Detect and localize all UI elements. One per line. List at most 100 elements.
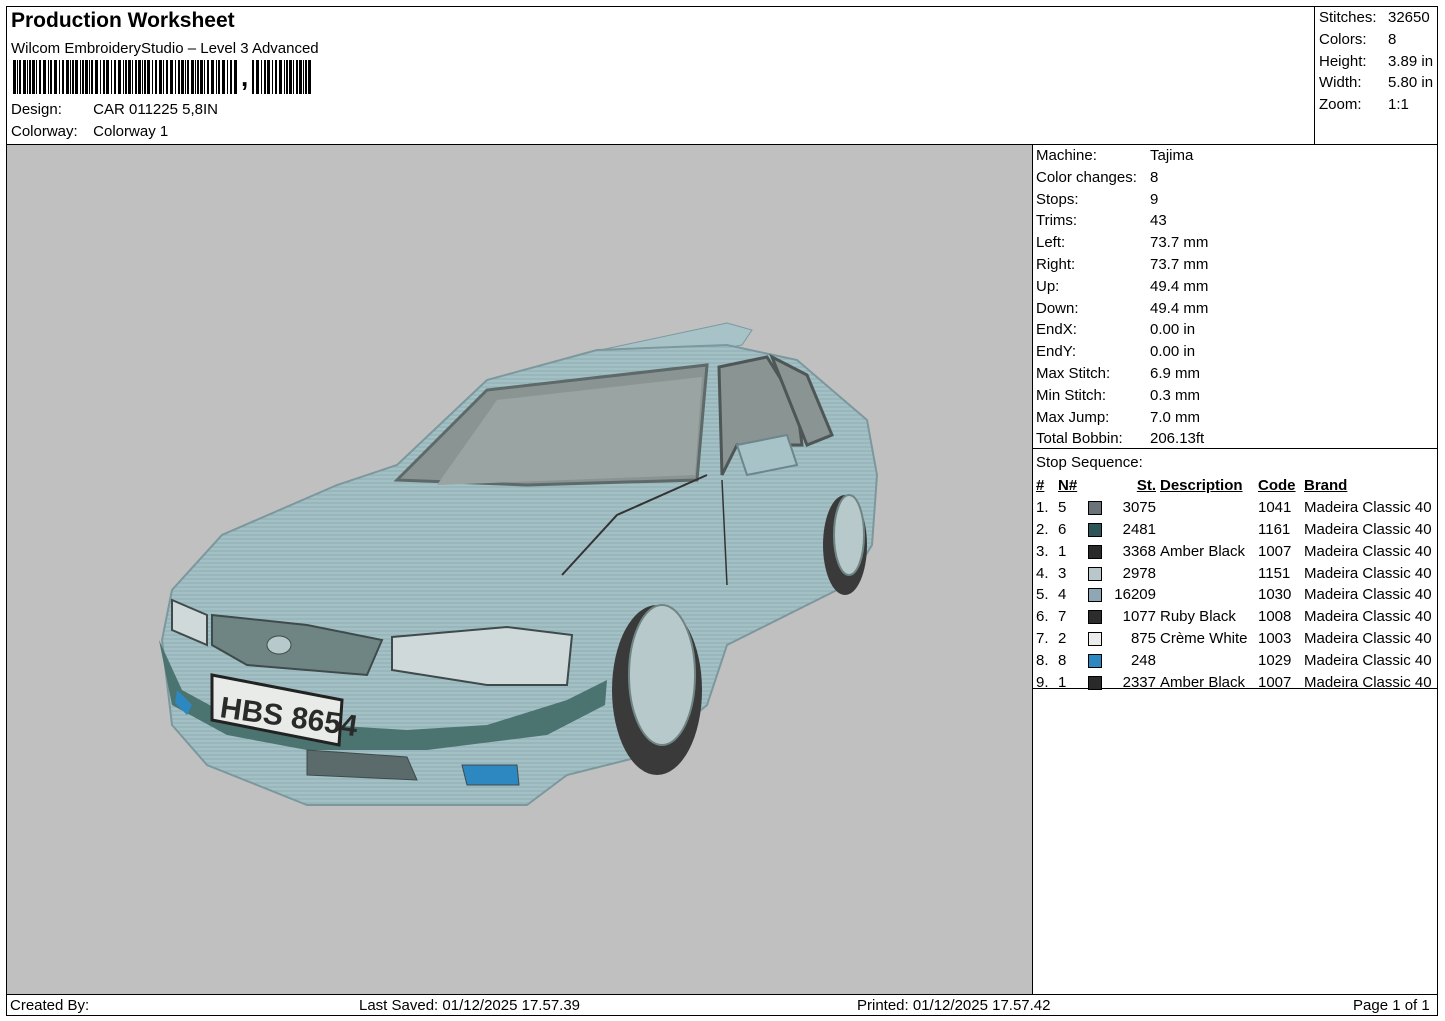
stop-description bbox=[1160, 562, 1258, 584]
barcode-bar bbox=[54, 60, 57, 94]
info-label: Total Bobbin: bbox=[1036, 430, 1123, 448]
barcode-bar bbox=[204, 60, 205, 94]
stop-code: 1030 bbox=[1258, 586, 1292, 604]
info-label: Color changes: bbox=[1036, 168, 1137, 186]
barcode-bar bbox=[211, 60, 214, 94]
stop-stitches: 248 bbox=[1130, 651, 1156, 669]
col-desc: Description bbox=[1160, 477, 1243, 495]
summary-label: Height: bbox=[1319, 53, 1367, 70]
info-value: 8 bbox=[1150, 168, 1159, 186]
stop-row: 9. 1 2337 Amber Black 1007 Madeira Classic 40 bbox=[1036, 671, 1432, 693]
barcode-bar bbox=[305, 60, 307, 94]
info-row-max-stitch: Max Stitch: 6.9 mm bbox=[1033, 363, 1437, 385]
stop-description bbox=[1160, 519, 1258, 541]
stop-brand: Madeira Classic 40 bbox=[1304, 499, 1432, 517]
info-value: 7.0 mm bbox=[1150, 408, 1201, 426]
info-row-color-changes: Color changes: 8 bbox=[1033, 167, 1437, 189]
barcode-graphic bbox=[13, 60, 311, 94]
color-swatch bbox=[1088, 519, 1106, 541]
barcode-bar bbox=[147, 60, 150, 94]
barcode-bar bbox=[261, 60, 262, 94]
col-n: N# bbox=[1058, 477, 1078, 495]
stop-description: Amber Black bbox=[1160, 673, 1246, 691]
barcode-bar bbox=[284, 60, 285, 94]
barcode-bar bbox=[123, 60, 124, 94]
design-summary: Stitches: 32650 Colors: 8 Height: 3.89 in W… bbox=[1314, 7, 1438, 144]
summary-row-colors: Colors: 8 bbox=[1319, 31, 1396, 48]
info-label: Max Stitch: bbox=[1036, 364, 1111, 382]
stop-row: 7. 2 875 Crème White 1003 Madeira Classic 40 bbox=[1036, 628, 1432, 650]
barcode-bar bbox=[29, 60, 31, 94]
stop-brand: Madeira Classic 40 bbox=[1304, 651, 1432, 669]
stop-code: 1029 bbox=[1258, 651, 1292, 669]
barcode-bar bbox=[135, 60, 137, 94]
design-row: Design: CAR 011225 5,8IN bbox=[11, 101, 218, 118]
stop-code: 1007 bbox=[1258, 673, 1292, 691]
color-swatch bbox=[1088, 562, 1106, 584]
col-st: St. bbox=[1136, 477, 1156, 495]
info-label: Machine: bbox=[1036, 147, 1097, 164]
stop-row: 1. 5 3075 1041 Madeira Classic 40 bbox=[1036, 497, 1432, 519]
stop-stitches: 3075 bbox=[1122, 499, 1156, 517]
barcode-bar bbox=[178, 60, 180, 94]
barcode-bar bbox=[275, 60, 277, 94]
barcode-bar bbox=[118, 60, 121, 94]
barcode-bar bbox=[82, 60, 84, 94]
stop-stitches: 3368 bbox=[1122, 542, 1156, 560]
stop-code: 1007 bbox=[1258, 542, 1292, 560]
info-value: 0.00 in bbox=[1150, 321, 1196, 339]
created-by: Created By: bbox=[10, 997, 90, 1014]
stop-idx: 3. bbox=[1036, 542, 1049, 560]
stop-idx: 1. bbox=[1036, 499, 1049, 517]
thread-color-swatch bbox=[1088, 610, 1102, 625]
stop-description bbox=[1160, 497, 1258, 519]
summary-row-width: Width: 5.80 in bbox=[1319, 74, 1433, 91]
stop-code: 1008 bbox=[1258, 608, 1292, 626]
stop-needle: 1 bbox=[1058, 542, 1067, 560]
stop-row: 4. 3 2978 1151 Madeira Classic 40 bbox=[1036, 562, 1432, 584]
stop-sequence-title: Stop Sequence: bbox=[1036, 454, 1143, 471]
barcode-bar bbox=[272, 60, 273, 94]
thread-color-swatch bbox=[1088, 566, 1102, 581]
barcode-bar bbox=[187, 60, 189, 94]
car-embroidery-image: HBS 8654 bbox=[159, 322, 879, 806]
color-swatch bbox=[1088, 628, 1106, 650]
barcode-bar bbox=[132, 60, 133, 94]
stop-sequence-table: # N# St. Description Code Brand 1. 5 3075 1… bbox=[1036, 475, 1432, 693]
barcode-bar bbox=[227, 60, 228, 94]
color-swatch bbox=[1088, 606, 1106, 628]
stop-idx: 5. bbox=[1036, 586, 1049, 604]
stop-idx: 8. bbox=[1036, 651, 1049, 669]
barcode-bar bbox=[80, 60, 81, 94]
barcode-bar bbox=[191, 60, 194, 94]
design-label: Design: bbox=[11, 101, 62, 118]
barcode-bar bbox=[43, 60, 46, 94]
color-swatch bbox=[1088, 584, 1106, 606]
barcode-bar bbox=[200, 60, 203, 94]
stop-stitches: 2978 bbox=[1122, 564, 1156, 582]
stop-code: 1003 bbox=[1258, 629, 1292, 647]
barcode-bar bbox=[163, 60, 164, 94]
stop-needle: 7 bbox=[1058, 608, 1067, 626]
barcode-bar bbox=[142, 60, 143, 94]
barcode-bar bbox=[95, 60, 98, 94]
stop-code: 1161 bbox=[1258, 520, 1291, 538]
stop-needle: 4 bbox=[1058, 586, 1067, 604]
barcode-bar bbox=[75, 60, 78, 94]
barcode-bar bbox=[296, 60, 298, 94]
barcode-bar bbox=[70, 60, 71, 94]
barcode-bar bbox=[17, 60, 18, 94]
thread-color-swatch bbox=[1088, 501, 1102, 516]
col-swatch bbox=[1088, 475, 1106, 497]
stop-description: Ruby Black bbox=[1160, 608, 1236, 626]
colorway-row: Colorway: Colorway 1 bbox=[11, 123, 168, 140]
info-label: EndX: bbox=[1036, 321, 1077, 339]
barcode-bar bbox=[155, 60, 157, 94]
info-label: Stops: bbox=[1036, 190, 1079, 208]
barcode-bar bbox=[138, 60, 141, 94]
summary-label: Stitches: bbox=[1319, 9, 1377, 26]
stop-sequence: Stop Sequence: # N# St. Description Code… bbox=[1033, 448, 1437, 691]
barcode-bar bbox=[23, 60, 26, 94]
colorway-value: Colorway 1 bbox=[93, 123, 169, 140]
info-row-trims: Trims: 43 bbox=[1033, 210, 1437, 232]
